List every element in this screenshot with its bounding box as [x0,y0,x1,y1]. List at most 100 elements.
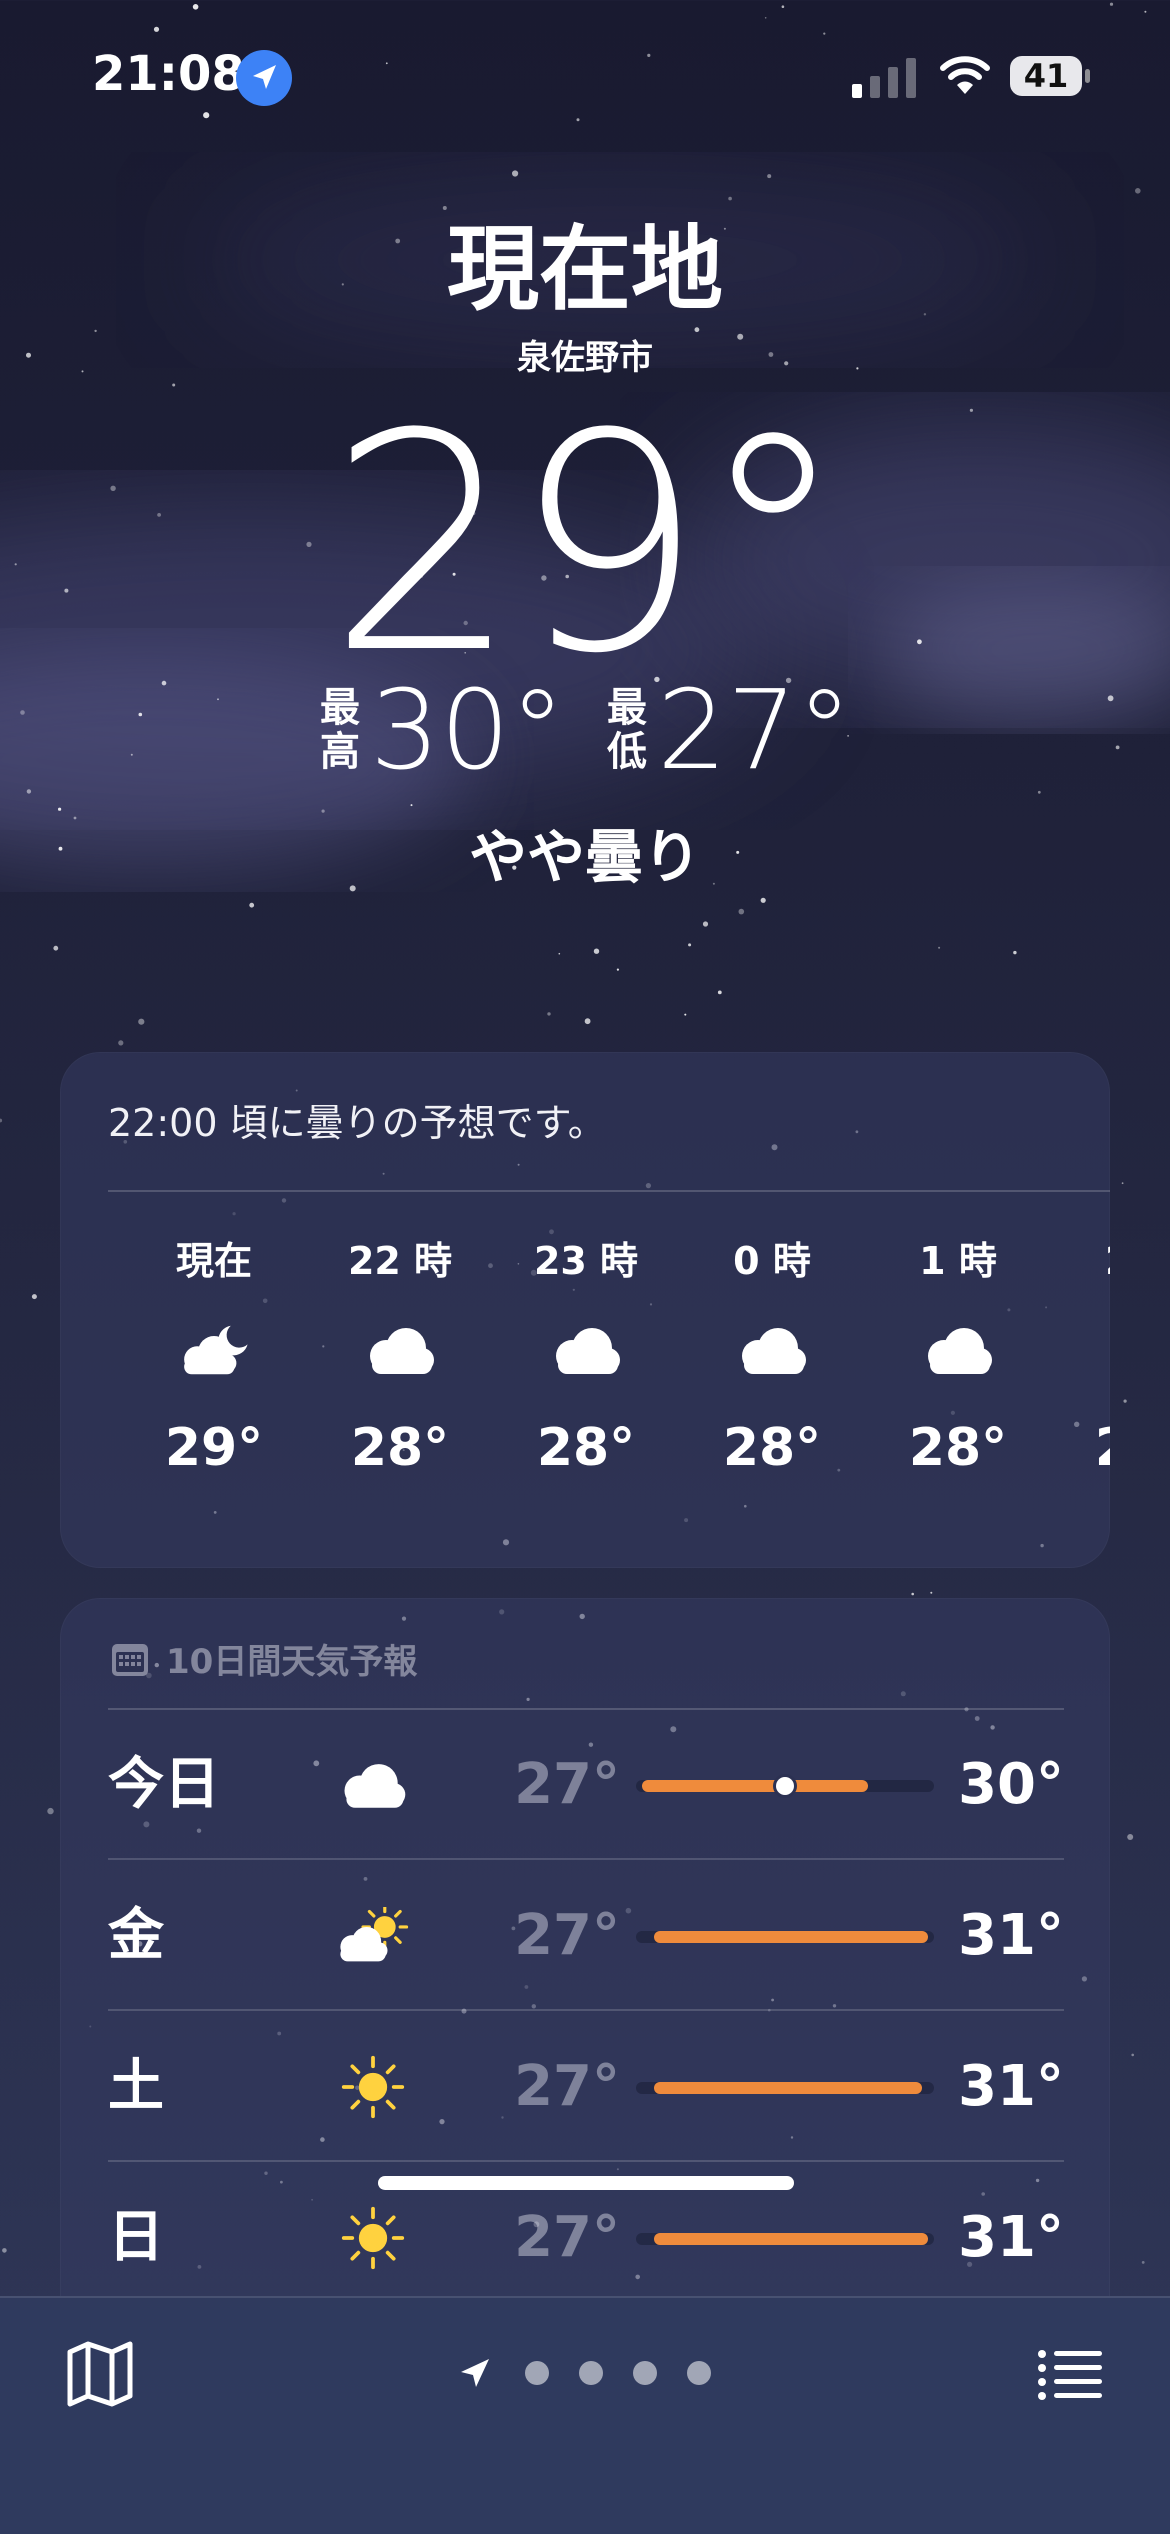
hourly-summary: 22:00 頃に曇りの予想です。 [108,1101,606,1145]
page-dot[interactable] [687,2361,711,2385]
divider [108,1190,1110,1192]
day-low: 27° [514,2054,620,2119]
divider [108,2009,1064,2011]
high-low-temperatures: 最 高 30° 最 低 27° [0,665,1170,795]
day-row[interactable]: 金 27° 31° [108,1861,1064,2011]
cloud-moon-icon [184,1325,248,1375]
hour-temperature: 28° [908,1418,1008,1478]
high-temperature-value: 30° [370,666,565,794]
hour-icon [682,1290,862,1410]
high-label-char: 高 [320,729,361,775]
low-temperature-value: 27° [657,666,852,794]
hour-temperature: 28° [536,1418,636,1478]
day-icon [318,1881,428,1991]
map-button[interactable] [60,2334,140,2414]
location-arrow-icon [236,50,292,106]
day-low: 27° [514,1752,620,1817]
divider [108,1858,1064,1860]
cloud-icon [928,1328,992,1374]
home-indicator[interactable] [378,2176,794,2190]
cloud-sun-icon [340,1907,409,1962]
current-temperature: 29° [328,370,848,719]
high-label-char: 最 [320,685,361,731]
cloud-icon [1104,1322,1110,1378]
hour-column: 0 時 28° [682,1230,862,1478]
temperature-range-track [636,2082,934,2094]
hour-column: 1 時 28° [868,1230,1048,1478]
hour-icon [868,1290,1048,1410]
day-name: 日 [108,2205,164,2270]
calendar-icon [112,1643,148,1676]
temperature-range-bar [653,2082,923,2094]
hour-label: 2 時 [1054,1230,1110,1290]
cloud-icon [742,1328,806,1374]
sun-icon [341,2055,405,2119]
list-icon [1038,2350,1102,2400]
ten-day-header: 10日間天気予報 [110,1634,417,1683]
hour-label: 23 時 [533,1239,639,1283]
hour-temperature: 28° [350,1418,450,1478]
day-row[interactable]: 土 27° 31° [108,2012,1064,2162]
day-icon [318,2032,428,2142]
hourly-forecast-card[interactable]: 22:00 頃に曇りの予想です。 現在 29° 22 時 28° 23 時 28° 0 時 2… [60,1052,1110,1568]
low-temperature: 最 低 27° [605,670,852,790]
divider [108,2160,1064,2162]
day-name: 土 [108,2054,164,2119]
temperature-range-track [636,1777,934,1795]
status-time: 21:08 [92,46,245,102]
page-dot[interactable] [525,2361,549,2385]
hour-icon [496,1290,676,1410]
cellular-signal-icon [852,58,916,98]
hour-icon [1054,1290,1110,1410]
low-label-char: 最 [607,685,647,731]
location-title: 現在地 [446,216,723,323]
current-temperature-marker [776,1777,794,1795]
temperature-range-bar [641,1780,869,1792]
hour-label: 1 時 [919,1239,997,1283]
day-high: 31° [958,2205,1064,2270]
wifi-icon [940,56,990,94]
page-dot[interactable] [633,2361,657,2385]
location-arrow-icon[interactable] [455,2353,495,2393]
map-icon [67,2341,133,2407]
temperature-range-bar [653,2233,929,2245]
ten-day-forecast-card[interactable]: 10日間天気予報 今日 27° 30° 金 27° 31° 土 27° 31° 日 27° 31° [60,1598,1110,2358]
city-list-button[interactable] [1030,2334,1110,2414]
hour-label: 0 時 [733,1239,811,1283]
temperature-range-track [636,2233,934,2245]
hour-column: 現在 29° [124,1230,304,1478]
hour-icon [310,1290,490,1410]
hour-icon [124,1290,304,1410]
battery-icon: 41 [1010,56,1090,96]
hour-label: 現在 [175,1239,252,1283]
hour-label: 22 時 [347,1239,453,1283]
low-label: 最 低 [605,686,649,774]
low-label-char: 低 [607,729,647,775]
bottom-toolbar [0,2296,1170,2534]
hour-column: 23 時 28° [496,1230,676,1478]
day-icon [318,1730,428,1840]
hour-temperature: 28° [722,1418,822,1478]
high-temperature: 最 高 30° [318,670,565,790]
day-low: 27° [514,1903,620,1968]
hour-temperature: 29° [164,1418,264,1478]
day-name: 金 [108,1903,164,1968]
cloud-icon [370,1328,434,1374]
weather-condition: やや曇り [468,823,701,891]
sun-icon [341,2206,405,2270]
cloud-icon [556,1328,620,1374]
day-high: 31° [958,1903,1064,1968]
hour-temperature: 28° [1054,1418,1110,1478]
day-icon [318,2183,428,2293]
day-high: 31° [958,2054,1064,2119]
high-label: 最 高 [318,686,362,774]
day-high: 30° [958,1752,1064,1817]
hour-column: 2 時 28° [1054,1230,1110,1478]
page-dot[interactable] [579,2361,603,2385]
battery-level: 41 [1023,57,1069,95]
day-row[interactable]: 今日 27° 30° [108,1710,1064,1860]
page-indicator[interactable] [455,2348,711,2398]
hour-column: 22 時 28° [310,1230,490,1478]
temperature-range-bar [653,1931,929,1943]
ten-day-title: 10日間天気予報 [166,1642,418,1682]
